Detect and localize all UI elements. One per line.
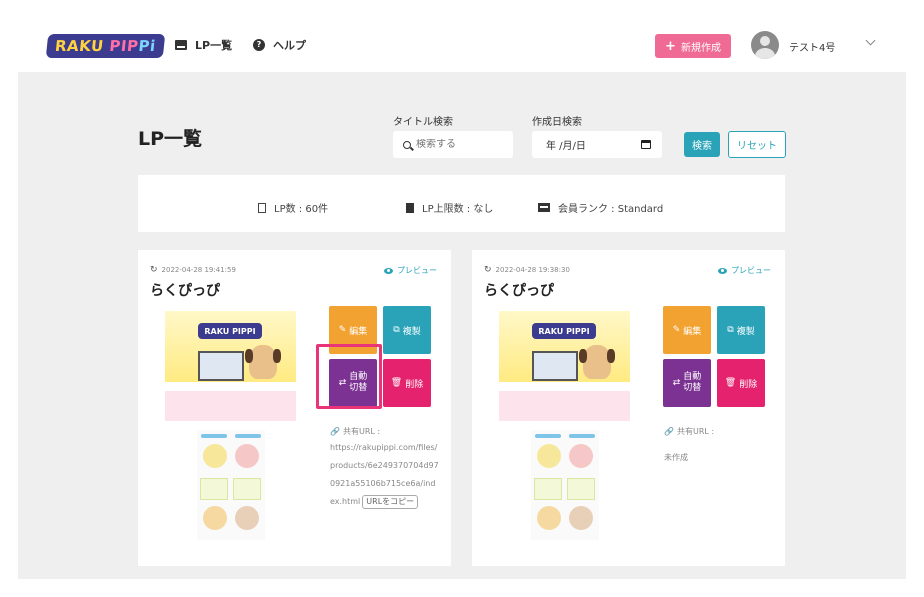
- edit-icon: ✎: [338, 325, 347, 335]
- stats-panel: LP数 : 60件 LP上限数 : なし 会員ランク : Standard: [138, 175, 785, 232]
- search-icon: [403, 140, 411, 149]
- thumbnail-logo: RAKU PIPPI: [198, 323, 262, 339]
- share-url-label: 🔗 共有URL :: [664, 426, 714, 437]
- card-title: らくぴっぴ: [150, 283, 220, 299]
- link-icon: 🔗: [664, 427, 674, 436]
- edit-label: 編集: [349, 326, 368, 337]
- file-icon: [406, 202, 414, 213]
- date-search-label: 作成日検索: [532, 117, 582, 128]
- eye-icon: [384, 267, 393, 274]
- stat-lp-limit: LP上限数 : なし: [406, 200, 493, 215]
- lp-thumbnail-main: RAKU PIPPI: [499, 311, 630, 421]
- plus-icon: +: [665, 38, 676, 54]
- date-search-value: 年 /月/日: [546, 141, 586, 152]
- title-search-label: タイトル検索: [393, 117, 453, 128]
- lp-thumbnail-sub: [197, 430, 265, 540]
- title-search-input[interactable]: [416, 139, 506, 150]
- thumbnail-monitor: [198, 351, 244, 381]
- edit-button[interactable]: ✎ 編集: [663, 306, 711, 354]
- edit-icon: ✎: [672, 325, 681, 335]
- trash-icon: 🗑: [390, 378, 403, 388]
- nav-lp-list[interactable]: LP一覧: [175, 37, 232, 53]
- logo[interactable]: RAKU PIPPi: [45, 32, 165, 60]
- refresh-icon: ↻: [484, 265, 492, 275]
- share-url-label-text: 共有URL :: [342, 427, 381, 436]
- copy-icon: ⧉: [393, 325, 400, 335]
- lp-thumbnail-sub: [531, 430, 599, 540]
- list-icon: [175, 40, 187, 50]
- delete-button[interactable]: 🗑 削除: [717, 359, 765, 407]
- app-window: RAKU PIPPi LP一覧 ? ヘルプ + 新規作成 テスト4号 LP一覧 …: [18, 18, 906, 579]
- delete-label: 削除: [405, 379, 424, 390]
- title-search-field[interactable]: [393, 131, 513, 158]
- search-button[interactable]: 検索: [684, 132, 720, 157]
- calendar-icon[interactable]: [641, 140, 651, 149]
- preview-label: プレビュー: [731, 266, 771, 275]
- switch-icon: ⇄: [672, 378, 681, 388]
- lp-card: ↻ 2022-04-28 19:38:30 プレビュー らくぴっぴ RAKU P…: [472, 250, 785, 566]
- eye-icon: [718, 267, 727, 274]
- new-create-label: 新規作成: [680, 42, 721, 54]
- duplicate-label: 複製: [402, 326, 421, 337]
- card-date: ↻ 2022-04-28 19:41:59: [150, 265, 236, 275]
- duplicate-button[interactable]: ⧉ 複製: [717, 306, 765, 354]
- nav-lp-list-label: LP一覧: [195, 39, 233, 52]
- thumbnail-dog: [579, 345, 615, 379]
- preview-label: プレビュー: [397, 266, 437, 275]
- share-url-label-text: 共有URL :: [676, 427, 715, 436]
- page-title: LP一覧: [138, 128, 203, 150]
- card-date: ↻ 2022-04-28 19:38:30: [484, 265, 570, 275]
- nav-help-label: ヘルプ: [273, 39, 306, 52]
- thumbnail-monitor: [532, 351, 578, 381]
- stat-lp-count: LP数 : 60件: [258, 200, 328, 215]
- thumbnail-logo: RAKU PIPPI: [532, 323, 596, 339]
- preview-link[interactable]: プレビュー: [384, 265, 437, 276]
- reset-button[interactable]: リセット: [728, 131, 786, 158]
- delete-label: 削除: [739, 379, 758, 390]
- auto-switch-button[interactable]: ⇄ 自動 切替: [663, 359, 711, 407]
- nav-help[interactable]: ? ヘルプ: [253, 37, 306, 53]
- edit-label: 編集: [683, 326, 702, 337]
- id-card-icon: [538, 203, 550, 212]
- share-url-label: 🔗 共有URL :: [330, 426, 380, 437]
- share-url: https://rakupippi.com/files/products/6e2…: [330, 439, 440, 511]
- card-title: らくぴっぴ: [484, 283, 554, 299]
- duplicate-button[interactable]: ⧉ 複製: [383, 306, 431, 354]
- new-create-button[interactable]: + 新規作成: [655, 34, 731, 58]
- delete-button[interactable]: 🗑 削除: [383, 359, 431, 407]
- stat-member-rank-text: 会員ランク : Standard: [558, 204, 664, 215]
- logo-text: RAKU PIPPi: [45, 34, 165, 58]
- thumbnail-dog: [245, 345, 281, 379]
- auto-switch-label-2: 切替: [683, 383, 702, 393]
- username[interactable]: テスト4号: [789, 39, 835, 54]
- card-date-text: 2022-04-28 19:41:59: [161, 266, 236, 274]
- copy-url-button[interactable]: URLをコピー: [362, 495, 419, 509]
- refresh-icon: ↻: [150, 265, 158, 275]
- link-icon: 🔗: [330, 427, 340, 436]
- file-outline-icon: [258, 202, 266, 213]
- auto-switch-label-1: 自動: [683, 372, 702, 382]
- highlight-box: [316, 344, 382, 409]
- lp-thumbnail-main: RAKU PIPPI: [165, 311, 296, 421]
- chevron-down-icon[interactable]: [865, 35, 876, 46]
- date-search-field[interactable]: 年 /月/日: [532, 131, 662, 158]
- top-bar: RAKU PIPPi LP一覧 ? ヘルプ + 新規作成 テスト4号: [18, 18, 906, 72]
- avatar[interactable]: [751, 31, 779, 59]
- preview-link[interactable]: プレビュー: [718, 265, 771, 276]
- share-status: 未作成: [664, 453, 688, 462]
- copy-icon: ⧉: [727, 325, 734, 335]
- duplicate-label: 複製: [736, 326, 755, 337]
- question-icon: ?: [253, 39, 265, 51]
- trash-icon: 🗑: [724, 378, 737, 388]
- stat-lp-limit-text: LP上限数 : なし: [422, 204, 494, 215]
- card-date-text: 2022-04-28 19:38:30: [495, 266, 570, 274]
- stat-lp-count-text: LP数 : 60件: [274, 204, 329, 215]
- stat-member-rank: 会員ランク : Standard: [538, 200, 663, 215]
- lp-card: ↻ 2022-04-28 19:41:59 プレビュー らくぴっぴ RAKU P…: [138, 250, 451, 566]
